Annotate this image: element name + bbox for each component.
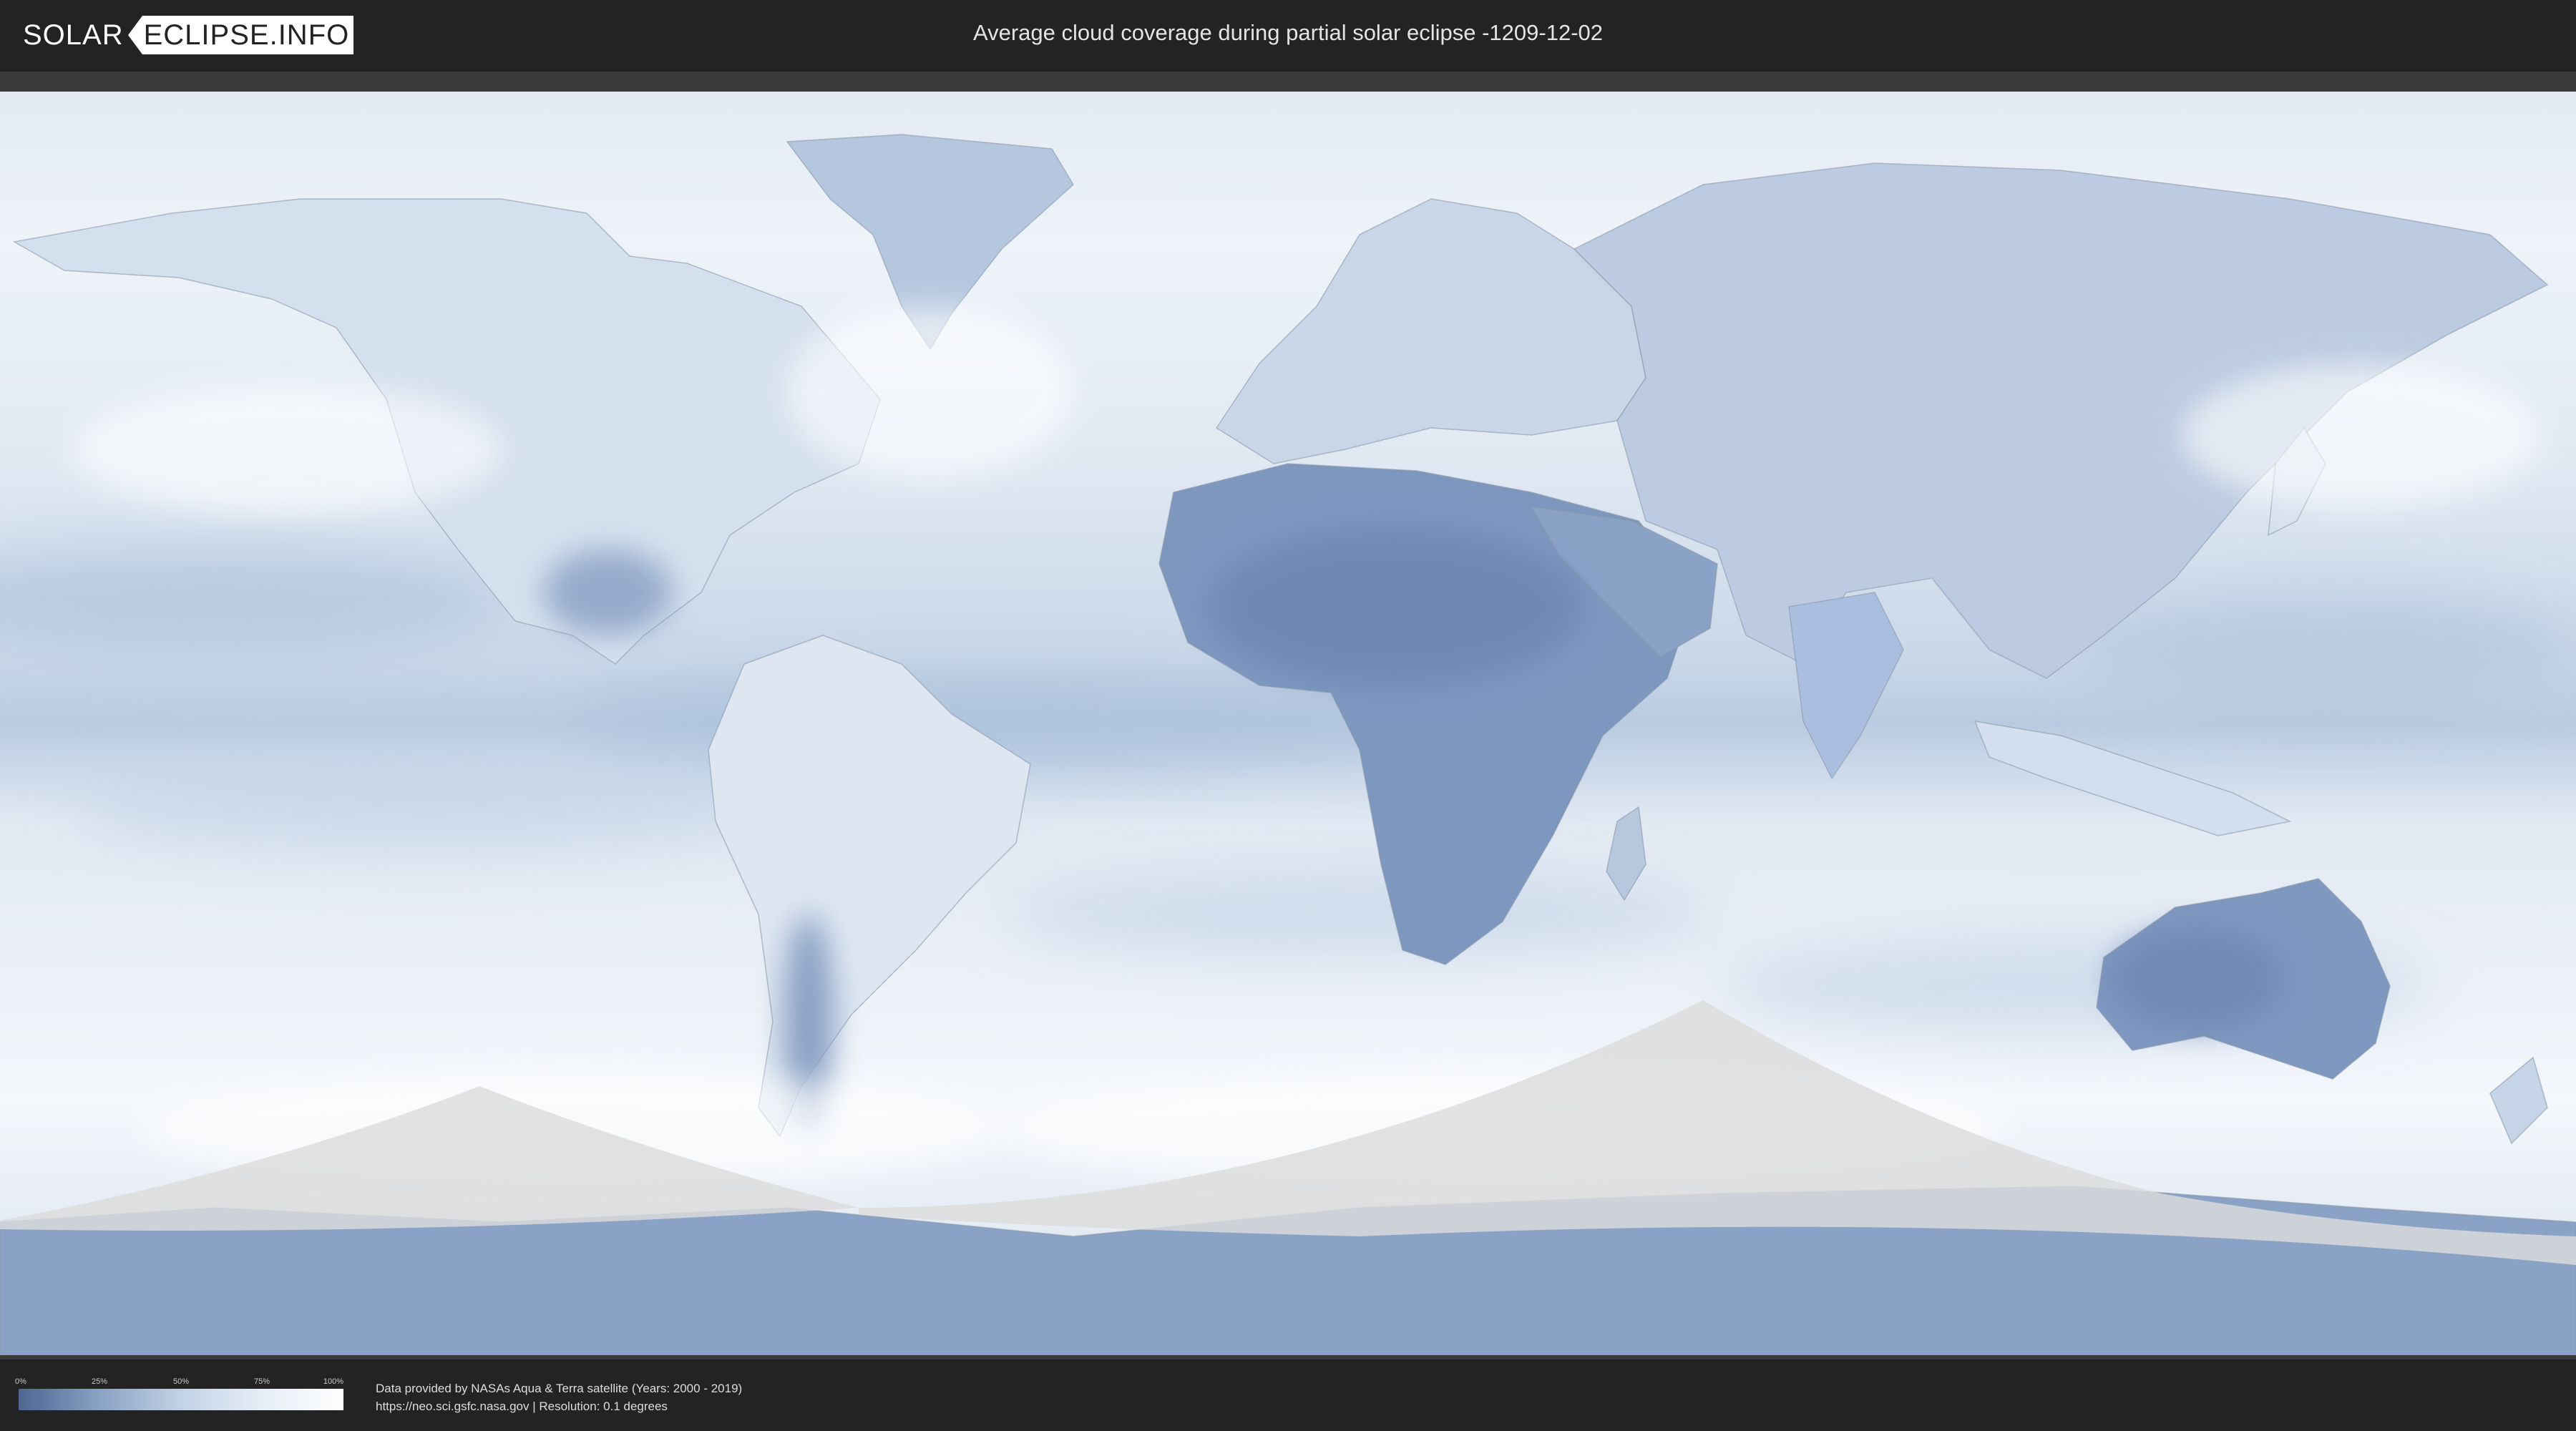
cloud-coverage-legend: 0% 25% 50% 75% 100% — [15, 1377, 344, 1410]
legend-color-bar — [19, 1389, 343, 1410]
header-bar: SOLAR ECLIPSE.INFO Average cloud coverag… — [0, 0, 2576, 72]
cloud-coverage-map — [0, 92, 2576, 1355]
page-title: Average cloud coverage during partial so… — [972, 20, 1604, 45]
legend-ticks: 0% 25% 50% 75% 100% — [15, 1377, 344, 1387]
credits-source: Data provided by NASAs Aqua & Terra sate… — [376, 1382, 743, 1395]
legend-tick-100: 100% — [323, 1377, 344, 1386]
legend-tick-75: 75% — [253, 1377, 270, 1386]
legend-tick-50: 50% — [172, 1377, 190, 1386]
legend-tick-25: 25% — [91, 1377, 108, 1386]
legend-tick-0: 0% — [15, 1377, 26, 1386]
data-credits: Data provided by NASAs Aqua & Terra sate… — [376, 1379, 742, 1415]
credits-url[interactable]: https://neo.sci.gsfc.nasa.gov | Resoluti… — [376, 1397, 742, 1415]
